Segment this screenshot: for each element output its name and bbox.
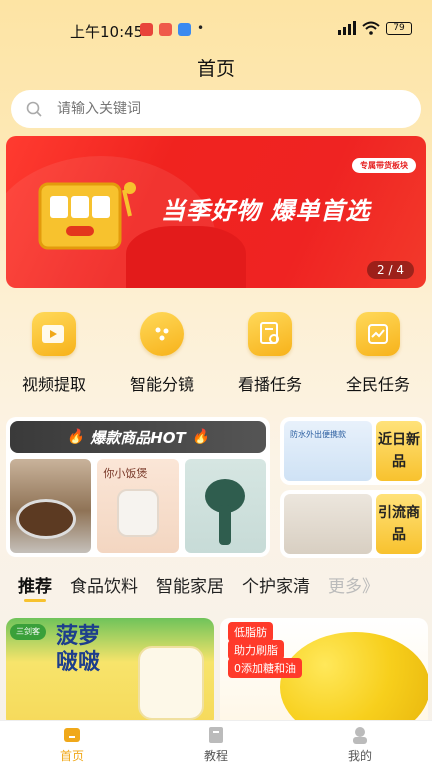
product-image-hotpot[interactable] bbox=[10, 459, 92, 553]
banner-headline: 当季好物 爆单首选 bbox=[161, 197, 371, 225]
product-image-mask: 防水外出便携款 bbox=[284, 421, 372, 481]
product-corn-shape bbox=[280, 632, 428, 728]
traffic-products-card[interactable]: 引流商品 bbox=[280, 490, 426, 558]
flame-icon: 🔥 bbox=[191, 429, 210, 445]
task-search-icon bbox=[248, 312, 292, 356]
promo-banner[interactable]: 专属带货板块 当季好物 爆单首选 2 / 4 bbox=[6, 136, 426, 288]
page-title: 首页 bbox=[196, 58, 235, 80]
battery-icon: 79 bbox=[386, 21, 412, 35]
traffic-products-label: 引流商品 bbox=[376, 494, 422, 554]
product-bottle-shape bbox=[138, 646, 204, 720]
product-image-caption: 防水外出便携款 bbox=[290, 430, 346, 439]
tab-recommend[interactable]: 推荐 bbox=[18, 572, 52, 602]
new-products-label: 近日新品 bbox=[376, 421, 422, 481]
banner-tag: 专属带货板块 bbox=[352, 158, 416, 173]
product-badge: 助力刷脂 bbox=[228, 640, 284, 660]
book-icon bbox=[209, 726, 223, 743]
signal-icon bbox=[338, 21, 356, 35]
search-icon bbox=[11, 101, 51, 117]
rice-cooker-shape bbox=[117, 489, 160, 537]
user-icon bbox=[353, 726, 367, 744]
quick-item-watch-task[interactable]: 看播任务 bbox=[216, 312, 324, 395]
hair-dryer-handle bbox=[218, 505, 231, 545]
product-brand-badge: 三剑客 bbox=[10, 624, 46, 640]
quick-item-storyboard[interactable]: 智能分镜 bbox=[108, 312, 216, 395]
quick-item-label: 全民任务 bbox=[345, 375, 410, 394]
product-image-snacks bbox=[284, 494, 372, 554]
quick-item-label: 视频提取 bbox=[21, 375, 86, 394]
tab-personal-care[interactable]: 个护家清 bbox=[242, 572, 310, 597]
slot-machine-icon bbox=[38, 182, 136, 250]
quick-item-public-task[interactable]: 全民任务 bbox=[324, 312, 432, 395]
hot-products-panel[interactable]: 🔥 爆款商品HOT 🔥 你小饭煲 bbox=[6, 417, 270, 557]
banner-page-indicator: 2 / 4 bbox=[367, 261, 414, 279]
product-image-hair-dryer[interactable] bbox=[184, 459, 266, 553]
hot-products-header: 🔥 爆款商品HOT 🔥 bbox=[10, 421, 266, 453]
flame-icon: 🔥 bbox=[66, 429, 85, 445]
dice-icon bbox=[140, 312, 184, 356]
tab-smart-home[interactable]: 智能家居 bbox=[156, 572, 224, 597]
product-card[interactable]: 三剑客 菠萝 啵啵 bbox=[6, 618, 214, 728]
quick-item-label: 看播任务 bbox=[237, 375, 302, 394]
new-products-card[interactable]: 防水外出便携款 近日新品 bbox=[280, 417, 426, 485]
nav-tutorial[interactable]: 教程 bbox=[144, 721, 288, 768]
notification-app-icon bbox=[159, 23, 172, 36]
search-bar[interactable] bbox=[11, 90, 421, 128]
nav-home[interactable]: 首页 bbox=[0, 721, 144, 768]
nav-mine-label: 我的 bbox=[347, 748, 372, 763]
hot-products-images: 你小饭煲 bbox=[10, 459, 266, 553]
product-badge: 低脂肪 bbox=[228, 622, 273, 642]
product-image-rice-cooker[interactable]: 你小饭煲 bbox=[97, 459, 179, 553]
hot-products-title: 爆款商品HOT bbox=[90, 428, 186, 447]
video-icon bbox=[32, 312, 76, 356]
product-card[interactable]: 低脂肪 助力刷脂 0添加糖和油 bbox=[220, 618, 428, 728]
tab-more[interactable]: 更多》 bbox=[328, 572, 379, 597]
product-title: 菠萝 啵啵 bbox=[56, 624, 101, 675]
chart-task-icon bbox=[356, 312, 400, 356]
nav-home-label: 首页 bbox=[59, 748, 84, 763]
wifi-icon bbox=[362, 21, 380, 35]
search-input[interactable] bbox=[57, 101, 377, 117]
tab-food-drink[interactable]: 食品饮料 bbox=[70, 572, 138, 597]
status-bar: 上午10:45 • 79 bbox=[0, 0, 432, 56]
home-icon bbox=[64, 727, 80, 742]
quick-item-label: 智能分镜 bbox=[129, 375, 194, 394]
bottom-nav: 首页 教程 我的 bbox=[0, 720, 432, 768]
status-time: 上午10:45 bbox=[70, 23, 144, 41]
product-image-caption: 你小饭煲 bbox=[103, 467, 148, 480]
quick-item-video-extract[interactable]: 视频提取 bbox=[0, 312, 108, 395]
status-app-icons: • bbox=[140, 21, 205, 36]
status-indicators: 79 bbox=[338, 21, 412, 35]
notification-app-icon bbox=[140, 23, 153, 36]
category-tabs: 推荐 食品饮料 智能家居 个护家清 更多》 bbox=[18, 572, 379, 602]
hotpot-shape bbox=[16, 499, 76, 539]
product-badge: 0添加糖和油 bbox=[228, 658, 302, 678]
nav-tutorial-label: 教程 bbox=[203, 748, 228, 763]
nav-mine[interactable]: 我的 bbox=[288, 721, 432, 768]
quick-menu: 视频提取 智能分镜 看播任务 全民任务 bbox=[0, 312, 432, 395]
banner-decoration bbox=[126, 226, 246, 288]
more-dot-icon: • bbox=[197, 21, 205, 35]
notification-app-icon bbox=[178, 23, 191, 36]
